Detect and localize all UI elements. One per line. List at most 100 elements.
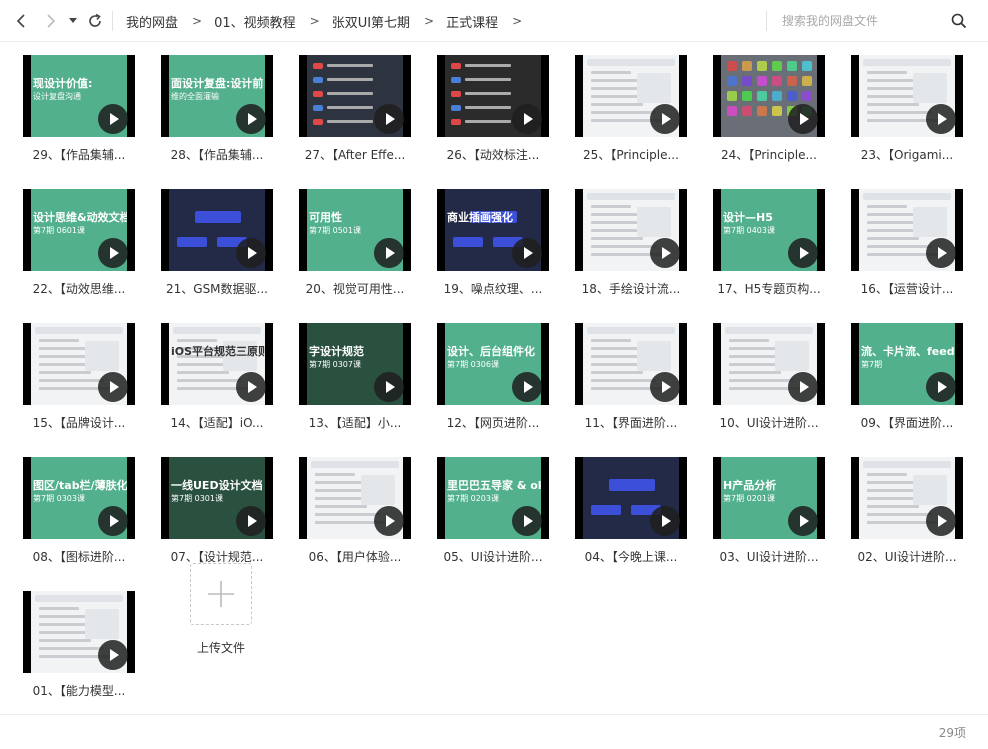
play-icon[interactable]: [926, 506, 956, 536]
refresh-icon: [89, 13, 101, 27]
file-tile[interactable]: iOS平台规范三原则 14、【适配】iO...: [161, 310, 299, 436]
play-icon[interactable]: [926, 372, 956, 402]
play-icon[interactable]: [98, 506, 128, 536]
file-tile[interactable]: H产品分析 第7期 0201课 03、UI设计进阶...: [713, 444, 851, 570]
file-name: 25、【Principle...: [583, 148, 679, 162]
video-thumbnail: [299, 55, 411, 137]
upload-button[interactable]: [190, 563, 252, 625]
file-tile[interactable]: 10、UI设计进阶...: [713, 310, 851, 436]
file-tile[interactable]: 21、GSM数据驱...: [161, 176, 299, 302]
file-tile[interactable]: 26、【动效标注...: [437, 42, 575, 168]
search-icon[interactable]: [950, 12, 968, 30]
breadcrumb-item[interactable]: 我的网盘: [126, 12, 178, 31]
file-tile[interactable]: 可用性 第7期 0501课 20、视觉可用性...: [299, 176, 437, 302]
file-name: 24、【Principle...: [721, 148, 817, 162]
file-name: 19、噪点纹理、...: [443, 282, 543, 296]
play-icon[interactable]: [512, 238, 542, 268]
thumbnail-text: 第7期 0307课: [309, 360, 361, 369]
file-tile[interactable]: 02、UI设计进阶...: [851, 444, 988, 570]
file-tile[interactable]: 面设计复盘:设计前 维的全面灌输 28、【作品集辅...: [161, 42, 299, 168]
file-tile[interactable]: 15、【品牌设计...: [23, 310, 161, 436]
thumbnail-text: 第7期 0303课: [33, 494, 85, 503]
play-icon[interactable]: [98, 238, 128, 268]
play-icon[interactable]: [236, 372, 266, 402]
file-name: 01、【能力模型...: [32, 684, 126, 698]
play-icon[interactable]: [236, 506, 266, 536]
toolbar-divider: [112, 11, 113, 31]
file-tile[interactable]: 27、【After Effe...: [299, 42, 437, 168]
file-tile[interactable]: 一线UED设计文档 第7期 0301课 07、【设计规范...: [161, 444, 299, 570]
file-name: 21、GSM数据驱...: [166, 282, 268, 296]
file-name: 06、【用户体验...: [308, 550, 402, 564]
video-thumbnail: [575, 323, 687, 405]
file-name: 28、【作品集辅...: [170, 148, 264, 162]
play-icon[interactable]: [650, 372, 680, 402]
play-icon[interactable]: [788, 104, 818, 134]
file-tile[interactable]: 设计思维&动效文档 第7期 0601课 22、【动效思维...: [23, 176, 161, 302]
forward-button[interactable]: [40, 10, 62, 32]
thumbnail-text: 设计复盘沟通: [33, 92, 81, 101]
file-tile[interactable]: 06、【用户体验...: [299, 444, 437, 570]
play-icon[interactable]: [236, 104, 266, 134]
video-thumbnail: [23, 323, 135, 405]
thumbnail-text: 第7期 0203课: [447, 494, 499, 503]
file-tile[interactable]: 设计—H5 第7期 0403课 17、H5专题页构...: [713, 176, 851, 302]
file-tile[interactable]: 18、手绘设计流...: [575, 176, 713, 302]
toolbar-divider: [766, 11, 767, 31]
play-icon[interactable]: [98, 640, 128, 670]
refresh-button[interactable]: [84, 10, 106, 32]
play-icon[interactable]: [650, 238, 680, 268]
play-icon[interactable]: [650, 104, 680, 134]
file-name: 14、【适配】iO...: [170, 416, 264, 430]
file-name: 23、【Origami...: [860, 148, 954, 162]
video-thumbnail: 设计—H5 第7期 0403课: [713, 189, 825, 271]
video-thumbnail: 可用性 第7期 0501课: [299, 189, 411, 271]
file-tile[interactable]: 字设计规范 第7期 0307课 13、【适配】小...: [299, 310, 437, 436]
video-thumbnail: 一线UED设计文档 第7期 0301课: [161, 457, 273, 539]
video-thumbnail: 流、卡片流、feed流第7期: [851, 323, 963, 405]
file-name: 03、UI设计进阶...: [719, 550, 819, 564]
play-icon[interactable]: [926, 238, 956, 268]
file-tile[interactable]: 流、卡片流、feed流第7期 09、【界面进阶...: [851, 310, 988, 436]
play-icon[interactable]: [788, 372, 818, 402]
play-icon[interactable]: [374, 506, 404, 536]
thumbnail-text: 第7期 0601课: [33, 226, 85, 235]
play-icon[interactable]: [788, 506, 818, 536]
video-thumbnail: 现设计价值: 设计复盘沟通: [23, 55, 135, 137]
play-icon[interactable]: [374, 238, 404, 268]
play-icon[interactable]: [926, 104, 956, 134]
file-tile[interactable]: 设计、后台组件化 第7期 0306课 12、【网页进阶...: [437, 310, 575, 436]
thumbnail-text: 现设计价值:: [33, 77, 93, 90]
video-thumbnail: [851, 55, 963, 137]
file-tile[interactable]: 11、【界面进阶...: [575, 310, 713, 436]
back-button[interactable]: [10, 10, 32, 32]
file-tile[interactable]: 25、【Principle...: [575, 42, 713, 168]
play-icon[interactable]: [512, 506, 542, 536]
play-icon[interactable]: [512, 372, 542, 402]
play-icon[interactable]: [512, 104, 542, 134]
file-tile[interactable]: 图区/tab栏/薄肤化 第7期 0303课 08、【图标进阶...: [23, 444, 161, 570]
play-icon[interactable]: [98, 372, 128, 402]
play-icon[interactable]: [374, 104, 404, 134]
file-tile[interactable]: 23、【Origami...: [851, 42, 988, 168]
breadcrumb-item[interactable]: 01、视频教程: [214, 12, 296, 31]
file-name: 16、【运营设计...: [860, 282, 954, 296]
file-tile[interactable]: 04、【今晚上课...: [575, 444, 713, 570]
play-icon[interactable]: [788, 238, 818, 268]
file-tile[interactable]: 01、【能力模型...: [23, 578, 161, 704]
file-tile[interactable]: 里巴巴五导家 & ok 第7期 0203课 05、UI设计进阶...: [437, 444, 575, 570]
play-icon[interactable]: [98, 104, 128, 134]
breadcrumb-item[interactable]: 张双UI第七期: [332, 12, 410, 31]
file-tile[interactable]: 现设计价值: 设计复盘沟通 29、【作品集辅...: [23, 42, 161, 168]
video-thumbnail: [851, 457, 963, 539]
file-tile[interactable]: 24、【Principle...: [713, 42, 851, 168]
file-name: 29、【作品集辅...: [32, 148, 126, 162]
breadcrumb-item[interactable]: 正式课程: [446, 12, 498, 31]
file-tile[interactable]: 16、【运营设计...: [851, 176, 988, 302]
file-tile[interactable]: 商业插画强化 19、噪点纹理、...: [437, 176, 575, 302]
play-icon[interactable]: [374, 372, 404, 402]
search-input[interactable]: [782, 10, 942, 32]
history-dropdown-button[interactable]: [66, 10, 80, 32]
play-icon[interactable]: [236, 238, 266, 268]
play-icon[interactable]: [650, 506, 680, 536]
